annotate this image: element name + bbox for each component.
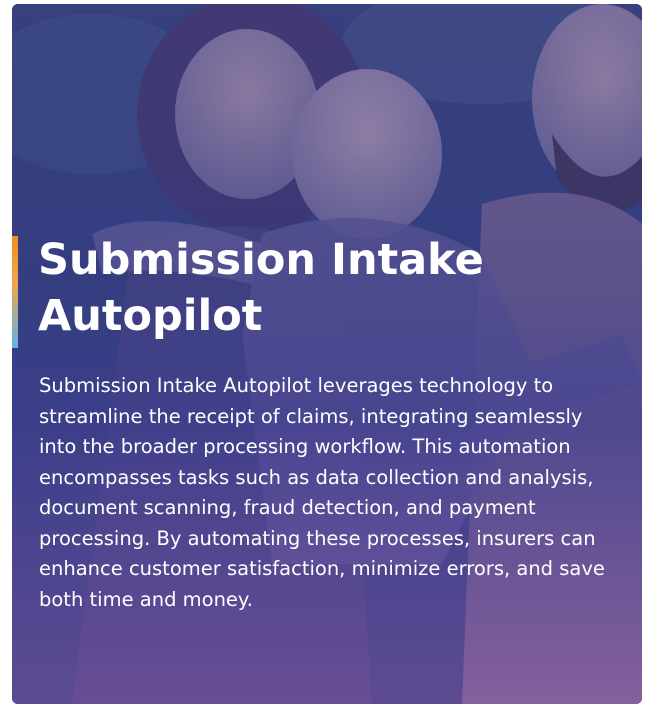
feature-card: Submission Intake Autopilot Submission I… <box>12 4 642 704</box>
card-title: Submission Intake Autopilot <box>38 235 484 341</box>
card-description: Submission Intake Autopilot leverages te… <box>39 374 605 611</box>
title-accent-bar <box>12 236 18 348</box>
